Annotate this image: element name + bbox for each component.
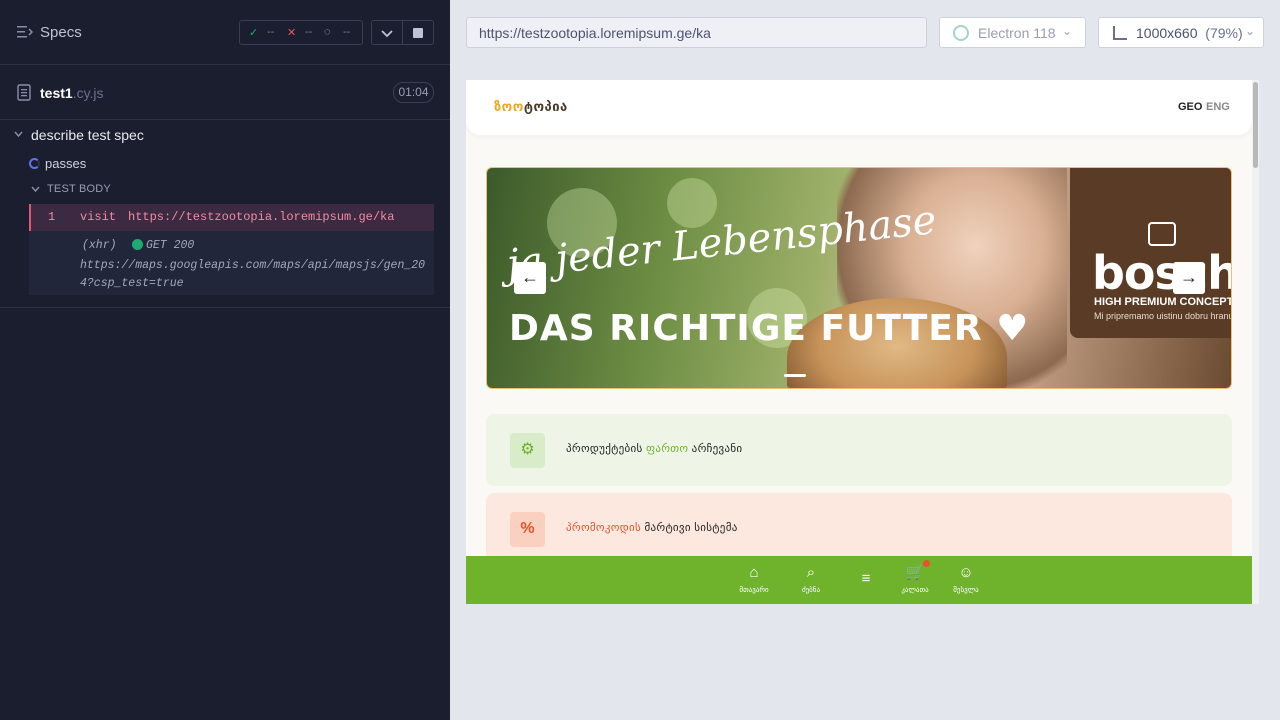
banner-caps-text: DAS RICHTIGE FUTTER ♥ (509, 308, 1030, 349)
reporter-panel: Specs ✓ -- ✕ -- ◌ -- test1.cy.js 01:04 d… (0, 0, 450, 720)
failed-count: -- (305, 26, 313, 38)
file-icon (17, 84, 31, 101)
nav-cart[interactable]: 🛒 კალათა (887, 560, 943, 594)
spec-duration: 01:04 (393, 82, 434, 103)
site-header: ზოოტოპია GEO ENG (466, 80, 1252, 135)
spec-file-header: test1.cy.js 01:04 (0, 65, 450, 120)
xhr-url: https://maps.googleapis.com/maps/api/map… (80, 259, 426, 290)
browser-selector[interactable]: Electron 118 ⌄ (939, 17, 1086, 48)
nav-login[interactable]: ☺ შესვლა (938, 564, 994, 594)
aut-url-bar[interactable]: https://testzootopia.loremipsum.ge/ka (466, 17, 927, 48)
feature-text: პრომოკოდის მარტივი სისტემა (566, 521, 738, 534)
cross-icon: ✕ (287, 27, 297, 39)
xhr-type: (xhr) (82, 239, 117, 252)
xhr-log-row[interactable]: (xhr) GET 200 https://maps.googleapis.co… (29, 231, 434, 295)
home-icon: ⌂ (749, 564, 759, 581)
logo-part-2: ტოპია (523, 99, 568, 114)
stop-button[interactable] (403, 20, 434, 45)
nav-label: მთავარი (739, 587, 769, 594)
spec-file-basename: test1 (40, 85, 73, 101)
check-icon: ✓ (249, 27, 259, 39)
caret-down-icon[interactable] (31, 186, 40, 193)
feature-card-promocode: % პრომოკოდის მარტივი სისტემა (486, 493, 1232, 565)
status-dot-icon (132, 239, 143, 250)
command-row[interactable]: 1 visit https://testzootopia.loremipsum.… (29, 204, 434, 231)
ruler-icon (1113, 26, 1127, 40)
electron-icon (953, 25, 969, 41)
spec-file-name[interactable]: test1.cy.js (40, 85, 104, 101)
browser-label: Electron 118 (978, 25, 1056, 41)
reporter-header: Specs ✓ -- ✕ -- ◌ -- (0, 0, 450, 65)
expand-all-button[interactable] (371, 20, 403, 45)
caret-down-icon[interactable] (14, 131, 23, 138)
lang-geo-link[interactable]: GEO (1178, 101, 1202, 113)
nav-menu[interactable]: ≡ (838, 570, 894, 588)
nav-label: კალათა (901, 587, 929, 594)
logo-part-1: ზოო (494, 99, 524, 114)
xhr-status: GET 200 (146, 239, 195, 252)
smiley-user-icon: ☺ (958, 564, 974, 581)
test-body-label[interactable]: TEST BODY (47, 183, 111, 195)
running-spinner-icon (29, 158, 40, 169)
viewport-selector[interactable]: 1000x660 (79%) ⌄ (1098, 17, 1264, 48)
pending-icon: ◌ (324, 26, 331, 38)
hamburger-menu-icon: ≡ (861, 570, 871, 587)
cart-icon: 🛒 (905, 564, 925, 581)
carousel-prev-button[interactable]: ← (514, 262, 546, 294)
feature-text-post: არჩევანი (688, 443, 743, 455)
hero-carousel[interactable]: ja jeder Lebensphase DAS RICHTIGE FUTTER… (486, 167, 1232, 389)
command-number: 1 (48, 210, 56, 224)
aut-iframe: ზოოტოპია GEO ENG ja jeder Lebensphase DA… (466, 80, 1259, 604)
chevron-down-icon (381, 30, 393, 38)
scrollbar-thumb[interactable] (1253, 82, 1258, 168)
nav-search[interactable]: ⌕ ძებნა (783, 564, 839, 594)
command-arg: https://testzootopia.loremipsum.ge/ka (128, 210, 395, 224)
cart-badge (923, 560, 930, 567)
test-title[interactable]: passes (45, 156, 86, 171)
bottom-navigation: ⌂ მთავარი ⌕ ძებნა ≡ 🛒 კალათა ☺ შესვლა (466, 556, 1252, 604)
search-icon: ⌕ (806, 564, 816, 581)
chevron-down-icon: ⌄ (1062, 24, 1073, 38)
percent-icon: % (510, 512, 545, 547)
feature-text-highlight: ფართო (645, 443, 689, 455)
viewport-label: 1000x660 (79%) (1136, 25, 1243, 41)
stop-icon (413, 28, 423, 38)
specs-list-icon[interactable] (17, 25, 33, 39)
viewport-size: 1000x660 (1136, 25, 1198, 41)
chevron-down-icon: ⌄ (1245, 24, 1256, 38)
specs-title[interactable]: Specs (40, 24, 82, 41)
bosch-logo-mark-icon (1148, 222, 1176, 246)
nav-label: შესვლა (953, 587, 979, 594)
aut-scrollbar[interactable] (1252, 80, 1259, 604)
suite-title[interactable]: describe test spec (31, 127, 144, 143)
suite-describe: describe test spec passes TEST BODY 1 vi… (0, 121, 450, 308)
pending-count: -- (343, 26, 351, 38)
nav-label: ძებნა (801, 587, 821, 594)
viewport-scale: (79%) (1205, 25, 1243, 41)
nav-home[interactable]: ⌂ მთავარი (726, 564, 782, 594)
bosch-subtitle: HIGH PREMIUM CONCEPT (1094, 296, 1232, 308)
feature-text-post: მარტივი სისტემა (641, 522, 738, 534)
feature-text-highlight: პრომოკოდის (566, 522, 642, 534)
feature-text: პროდუქტების ფართო არჩევანი (566, 442, 742, 455)
passed-count: -- (267, 26, 275, 38)
carousel-indicator[interactable] (784, 374, 806, 377)
stats-summary: ✓ -- ✕ -- ◌ -- (239, 20, 363, 45)
carousel-next-button[interactable]: → (1173, 262, 1205, 294)
spec-file-ext: .cy.js (72, 85, 104, 101)
lang-eng-link[interactable]: ENG (1206, 101, 1230, 113)
bosch-tagline: Mi pripremamo uistinu dobru hranu (1094, 311, 1232, 321)
site-logo[interactable]: ზოოტოპია (494, 99, 568, 115)
command-name: visit (80, 210, 117, 224)
bosch-logo: bosch (1092, 246, 1232, 300)
feature-text-pre: პროდუქტების (566, 443, 646, 455)
gear-icon: ⚙ (510, 433, 545, 468)
bosch-brand-panel: bosch HIGH PREMIUM CONCEPT Mi pripremamo… (1070, 168, 1232, 338)
feature-card-assortment: ⚙ პროდუქტების ფართო არჩევანი (486, 414, 1232, 486)
